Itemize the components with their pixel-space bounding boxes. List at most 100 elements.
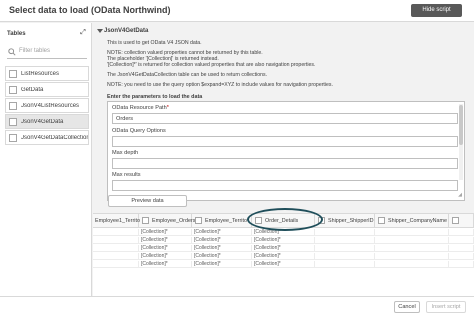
table-checkbox[interactable]: [9, 70, 17, 78]
max-results-input[interactable]: [112, 180, 458, 191]
table-item-label: JsonV4GetData: [21, 119, 64, 125]
odata-resource-path-input[interactable]: Orders: [112, 113, 458, 124]
params-scrollbar-thumb[interactable]: [459, 105, 463, 145]
table-cell: [315, 229, 375, 236]
column-header-label: Employee_Territo: [205, 218, 247, 224]
column-checkbox[interactable]: [142, 217, 149, 224]
table-item-getdata[interactable]: GetData: [5, 82, 89, 97]
param-label-query-options: OData Query Options: [112, 128, 166, 134]
table-checkbox[interactable]: [9, 118, 17, 126]
table-cell: [449, 237, 474, 244]
column-header[interactable]: Employee1_Territo: [93, 214, 140, 228]
table-cell: [375, 245, 449, 252]
info-line: '[Collection]*' is returned for collecti…: [107, 62, 316, 68]
param-label-max-depth: Max depth: [112, 150, 139, 156]
table-cell: [93, 229, 139, 236]
table-row: [Collection]* [Collection]* [Collection]…: [93, 261, 474, 268]
table-cell: [Collection]*: [192, 229, 252, 236]
preview-data-button[interactable]: Preview data: [108, 195, 187, 207]
table-item-jsonv4getdatacollection[interactable]: JsonV4GetDataCollection: [5, 130, 89, 145]
table-cell: [93, 253, 139, 260]
tables-panel: Tables ⤢ Filter tables ListResources Get…: [0, 23, 92, 296]
table-item-jsonv4getdata[interactable]: JsonV4GetData: [5, 114, 89, 129]
table-details-panel: JsonV4GetData This is used to get OData …: [93, 23, 474, 296]
column-header-label: Shipper_CompanyName: [388, 218, 448, 224]
table-cell: [Collection]*: [252, 253, 315, 260]
table-checkbox[interactable]: [9, 102, 17, 110]
cancel-button[interactable]: Cancel: [394, 301, 420, 313]
tables-heading: Tables: [7, 31, 26, 37]
column-header-label: Employee_Orders: [152, 218, 196, 224]
table-cell: [Collection]*: [139, 261, 192, 268]
collapse-caret-icon[interactable]: [97, 29, 103, 33]
column-header[interactable]: Employee_Territo: [192, 214, 252, 228]
enter-params-label: Enter the parameters to load the data: [107, 94, 203, 100]
column-header[interactable]: [449, 214, 474, 228]
table-checkbox[interactable]: [9, 134, 17, 142]
table-row: [Collection]* [Collection]* [Collection]…: [93, 253, 474, 260]
info-line: The JsonV4GetDataCollection table can be…: [107, 72, 268, 78]
table-cell: [Collection]*: [139, 229, 192, 236]
odata-query-options-input[interactable]: [112, 136, 458, 147]
max-depth-input[interactable]: [112, 158, 458, 169]
table-cell: [Collection]*: [139, 245, 192, 252]
insert-script-button[interactable]: Insert script: [426, 301, 466, 313]
column-header-label: Shipper_ShipperID: [328, 218, 374, 224]
dialog-footer: Cancel Insert script: [0, 296, 474, 317]
table-item-label: JsonV4GetDataCollection: [21, 135, 88, 141]
column-checkbox[interactable]: [452, 217, 459, 224]
table-cell: [375, 229, 449, 236]
table-cell: [449, 253, 474, 260]
table-checkbox[interactable]: [9, 86, 17, 94]
resize-grip-icon[interactable]: ◢: [458, 192, 462, 198]
table-cell: [449, 229, 474, 236]
table-cell: [93, 237, 139, 244]
select-data-dialog: Select data to load (OData Northwind) Hi…: [0, 0, 474, 317]
column-header-label: Employee1_Territo: [95, 218, 140, 224]
section-title: JsonV4GetData: [104, 28, 149, 34]
table-row: [Collection]* [Collection]* [Collection]…: [93, 237, 474, 244]
table-cell: [Collection]*: [252, 237, 315, 244]
column-checkbox[interactable]: [195, 217, 202, 224]
table-cell: [Collection]*: [192, 253, 252, 260]
table-cell: [449, 245, 474, 252]
column-header[interactable]: Shipper_ShipperID: [315, 214, 375, 228]
column-header[interactable]: Shipper_CompanyName: [375, 214, 449, 228]
param-label-resource-path: OData Resource Path*: [112, 105, 169, 111]
table-cell: [375, 253, 449, 260]
filter-placeholder: Filter tables: [19, 48, 51, 54]
table-cell: [Collection]*: [139, 253, 192, 260]
parameters-box: OData Resource Path* Orders OData Query …: [107, 101, 465, 201]
info-line: NOTE: you need to use the query option $…: [107, 82, 333, 88]
table-cell: [Collection]*: [192, 261, 252, 268]
table-cell: [93, 261, 139, 268]
table-cell: [Collection]*: [252, 261, 315, 268]
search-icon: [8, 48, 16, 56]
column-header[interactable]: Employee_Orders: [139, 214, 196, 228]
hide-script-button[interactable]: Hide script: [411, 4, 462, 17]
dialog-header: Select data to load (OData Northwind) Hi…: [0, 0, 474, 22]
info-line: This is used to get OData V4 JSON data.: [107, 40, 202, 46]
table-item-jsonv4listresources[interactable]: JsonV4ListResources: [5, 98, 89, 113]
param-label-max-results: Max results: [112, 172, 141, 178]
table-cell: [93, 245, 139, 252]
filter-tables-input[interactable]: Filter tables: [7, 45, 87, 59]
table-cell: [315, 261, 375, 268]
column-checkbox[interactable]: [378, 217, 385, 224]
table-item-label: ListResources: [21, 71, 60, 77]
table-cell: [315, 253, 375, 260]
table-item-label: GetData: [21, 87, 44, 93]
table-cell: [Collection]*: [252, 245, 315, 252]
expand-icon[interactable]: ⤢: [78, 28, 88, 38]
table-cell: [449, 261, 474, 268]
table-row: [Collection]* [Collection]* [Collection]…: [93, 245, 474, 252]
table-cell: [375, 261, 449, 268]
table-item-listresources[interactable]: ListResources: [5, 66, 89, 81]
table-item-label: JsonV4ListResources: [21, 103, 80, 109]
table-cell: [315, 237, 375, 244]
table-cell: [Collection]*: [192, 245, 252, 252]
highlight-annotation-ring: [247, 208, 323, 231]
table-cell: [Collection]*: [192, 237, 252, 244]
table-cell: [Collection]*: [139, 237, 192, 244]
table-cell: [375, 237, 449, 244]
